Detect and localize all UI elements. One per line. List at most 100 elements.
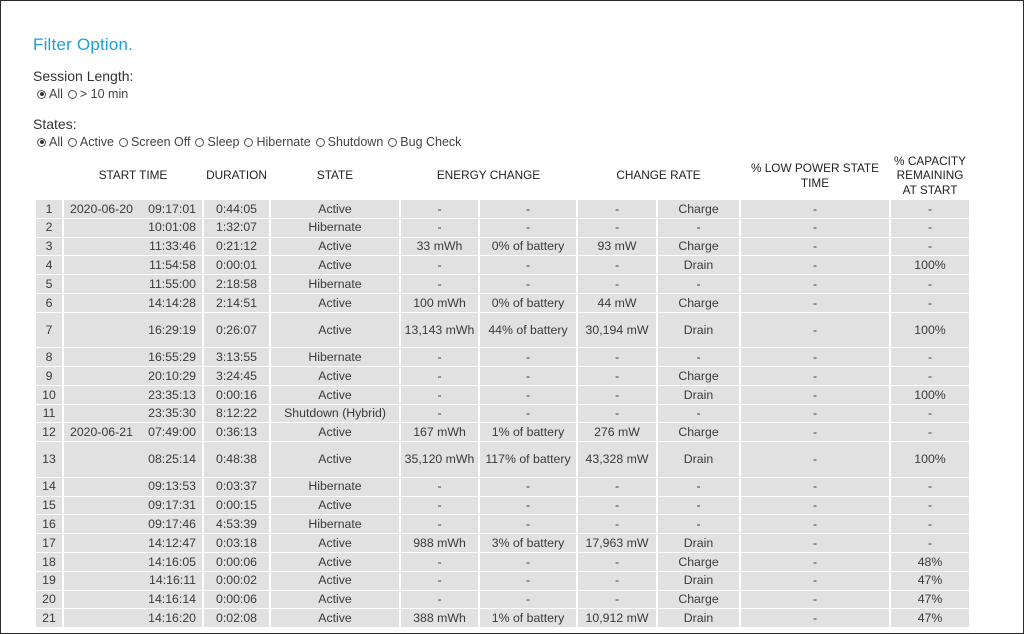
table-row: 11 23:35:30 8:12:22 Shutdown (Hybrid) - - - - - - [36,404,969,423]
capacity-at-start-cell: - [891,404,969,423]
state-cell: Active [271,609,399,628]
row-index-cell: 9 [36,367,62,385]
states-screen-off-radio[interactable]: Screen Off [118,135,190,149]
change-rate-cell: 44 mW [578,293,656,312]
low-power-time-cell: - [741,256,889,275]
radio-icon[interactable] [315,137,325,147]
change-rate-cell: - [578,552,656,571]
duration-cell: 0:02:08 [204,609,269,628]
row-index-cell: 6 [36,293,62,312]
start-time: 08:25:14 [148,452,196,467]
table-row: 21 14:16:20 0:02:08 Active 388 mWh 1% of batt… [36,609,969,628]
duration-cell: 0:00:15 [204,496,269,515]
state-cell: Active [271,442,399,477]
table-row: 20 14:16:14 0:00:06 Active - - - Charge -47% [36,590,969,609]
state-cell: Active [271,256,399,275]
duration-cell: 3:13:55 [204,348,269,367]
capacity-at-start-cell: - [891,237,969,256]
battery-usage-table: START TIME DURATION STATE ENERGY CHANGE … [34,151,971,628]
states-radio-group: All Active Screen Off Sleep Hibernate Sh… [37,135,466,149]
start-time: 16:55:29 [148,349,196,364]
states-bug-check-radio[interactable]: Bug Check [388,135,461,149]
start-time: 09:17:46 [148,517,196,531]
table-row: 17 14:12:47 0:03:18 Active 988 mWh 3% of batt… [36,534,969,552]
column-header-low-power: % LOW POWER STATE TIME [741,152,889,199]
start-date: 2020-06-21 [70,425,133,440]
start-time: 14:16:05 [148,554,196,569]
row-index-cell: 1 [36,200,62,218]
start-time: 11:33:46 [149,239,196,254]
capacity-at-start-cell: - [891,348,969,367]
column-header-capacity: % CAPACITY REMAINING AT START [891,152,969,199]
start-time-cell: 14:16:14 [64,590,202,609]
capacity-at-start-cell: - [891,200,969,218]
states-shutdown-radio[interactable]: Shutdown [315,135,383,149]
rate-direction-cell: Charge [658,367,739,385]
row-index-cell: 7 [36,312,62,348]
row-index-cell: 10 [36,385,62,404]
energy-change-cell: 388 mWh [401,609,478,628]
start-time-cell: 09:13:53 [64,477,202,496]
radio-icon[interactable] [244,137,254,147]
radio-icon[interactable] [67,137,77,147]
energy-percent-cell: - [480,404,576,423]
capacity-at-start-cell: - [891,367,969,385]
start-time: 14:14:28 [148,295,196,310]
session-length-all-radio[interactable]: All [37,87,63,101]
low-power-time-cell: - [741,385,889,404]
radio-checked-icon[interactable] [37,89,46,99]
state-cell: Active [271,312,399,348]
energy-change-cell: - [401,496,478,515]
change-rate-cell: - [578,477,656,496]
change-rate-cell: - [578,515,656,534]
energy-percent-cell: - [480,385,576,404]
energy-change-cell: - [401,571,478,590]
radio-icon[interactable] [67,89,77,99]
start-time: 11:54:58 [149,258,196,273]
rate-direction-cell: - [658,218,739,237]
state-cell: Hibernate [271,348,399,367]
row-index-cell: 14 [36,477,62,496]
duration-cell: 1:32:07 [204,218,269,237]
radio-icon[interactable] [118,137,128,147]
session-length-10min-radio[interactable]: > 10 min [67,87,128,101]
change-rate-cell: - [578,367,656,385]
duration-cell: 3:24:45 [204,367,269,385]
states-hibernate-radio[interactable]: Hibernate [244,135,311,149]
radio-icon[interactable] [195,137,205,147]
rate-direction-cell: - [658,348,739,367]
capacity-at-start-cell: - [891,218,969,237]
energy-change-cell: 100 mWh [401,293,478,312]
energy-change-cell: 33 mWh [401,237,478,256]
states-active-radio[interactable]: Active [67,135,114,149]
rate-direction-cell: Drain [658,534,739,552]
session-length-label: Session Length: [33,68,134,84]
energy-change-cell: 988 mWh [401,534,478,552]
row-index-cell: 8 [36,348,62,367]
energy-percent-cell: 1% of battery [480,609,576,628]
row-index-cell: 19 [36,571,62,590]
energy-percent-cell: 117% of battery [480,442,576,477]
table-row: 15 09:17:31 0:00:15 Active - - - - - - [36,496,969,515]
row-index-cell: 16 [36,515,62,534]
column-header-energy-change: ENERGY CHANGE [401,152,576,199]
low-power-time-cell: - [741,275,889,293]
energy-change-cell: 35,120 mWh [401,442,478,477]
radio-checked-icon[interactable] [37,137,46,147]
energy-change-cell: - [401,218,478,237]
duration-cell: 0:44:05 [204,200,269,218]
energy-percent-cell: - [480,275,576,293]
states-label: States: [33,116,77,132]
radio-icon[interactable] [388,137,398,147]
states-sleep-radio[interactable]: Sleep [195,135,239,149]
state-cell: Hibernate [271,275,399,293]
low-power-time-cell: - [741,367,889,385]
low-power-time-cell: - [741,293,889,312]
start-time: 10:01:08 [148,220,196,235]
capacity-at-start-cell: 48% [891,552,969,571]
states-all-radio[interactable]: All [37,135,63,149]
column-header-duration: DURATION [204,152,269,199]
start-time: 20:10:29 [148,368,196,383]
low-power-time-cell: - [741,442,889,477]
rate-direction-cell: Drain [658,312,739,348]
